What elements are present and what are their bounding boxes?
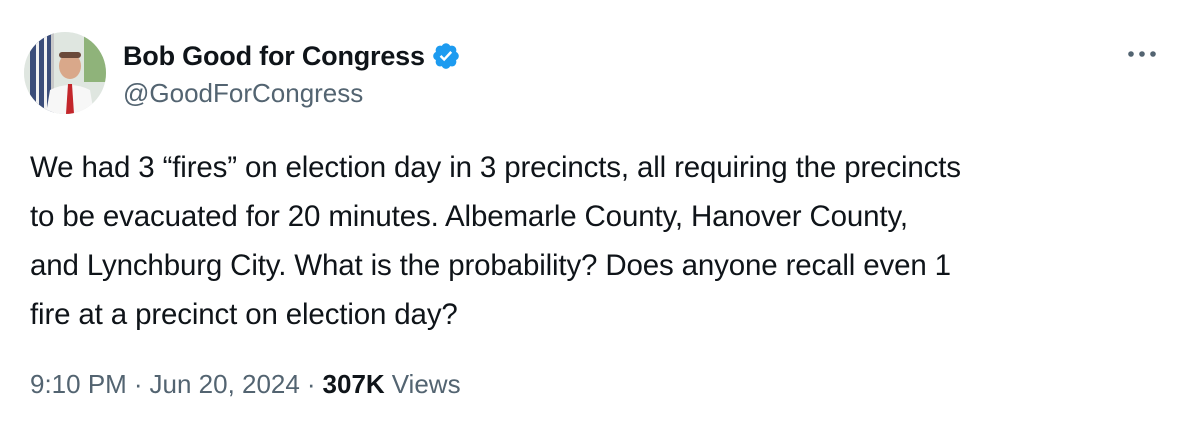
author-display-name[interactable]: Bob Good for Congress [123, 41, 425, 72]
more-horizontal-icon[interactable] [1120, 40, 1164, 68]
avatar-image [24, 32, 106, 114]
avatar[interactable] [24, 32, 106, 114]
views-label[interactable]: Views [392, 369, 461, 400]
tweet-metadata: 9:10 PM · Jun 20, 2024 · 307K Views [30, 369, 461, 400]
author-handle[interactable]: @GoodForCongress [123, 78, 363, 109]
meta-separator: · [306, 369, 316, 399]
tweet-time[interactable]: 9:10 PM [30, 369, 127, 400]
tweet-text: We had 3 “fires” on election day in 3 pr… [30, 151, 961, 331]
views-count[interactable]: 307K [323, 369, 385, 400]
meta-separator: · [133, 369, 143, 399]
tweet-card: Bob Good for Congress @GoodForCongress W… [0, 0, 1188, 434]
tweet-date[interactable]: Jun 20, 2024 [150, 369, 300, 400]
verified-badge-icon[interactable] [431, 41, 461, 71]
author-name-row: Bob Good for Congress [123, 38, 461, 74]
